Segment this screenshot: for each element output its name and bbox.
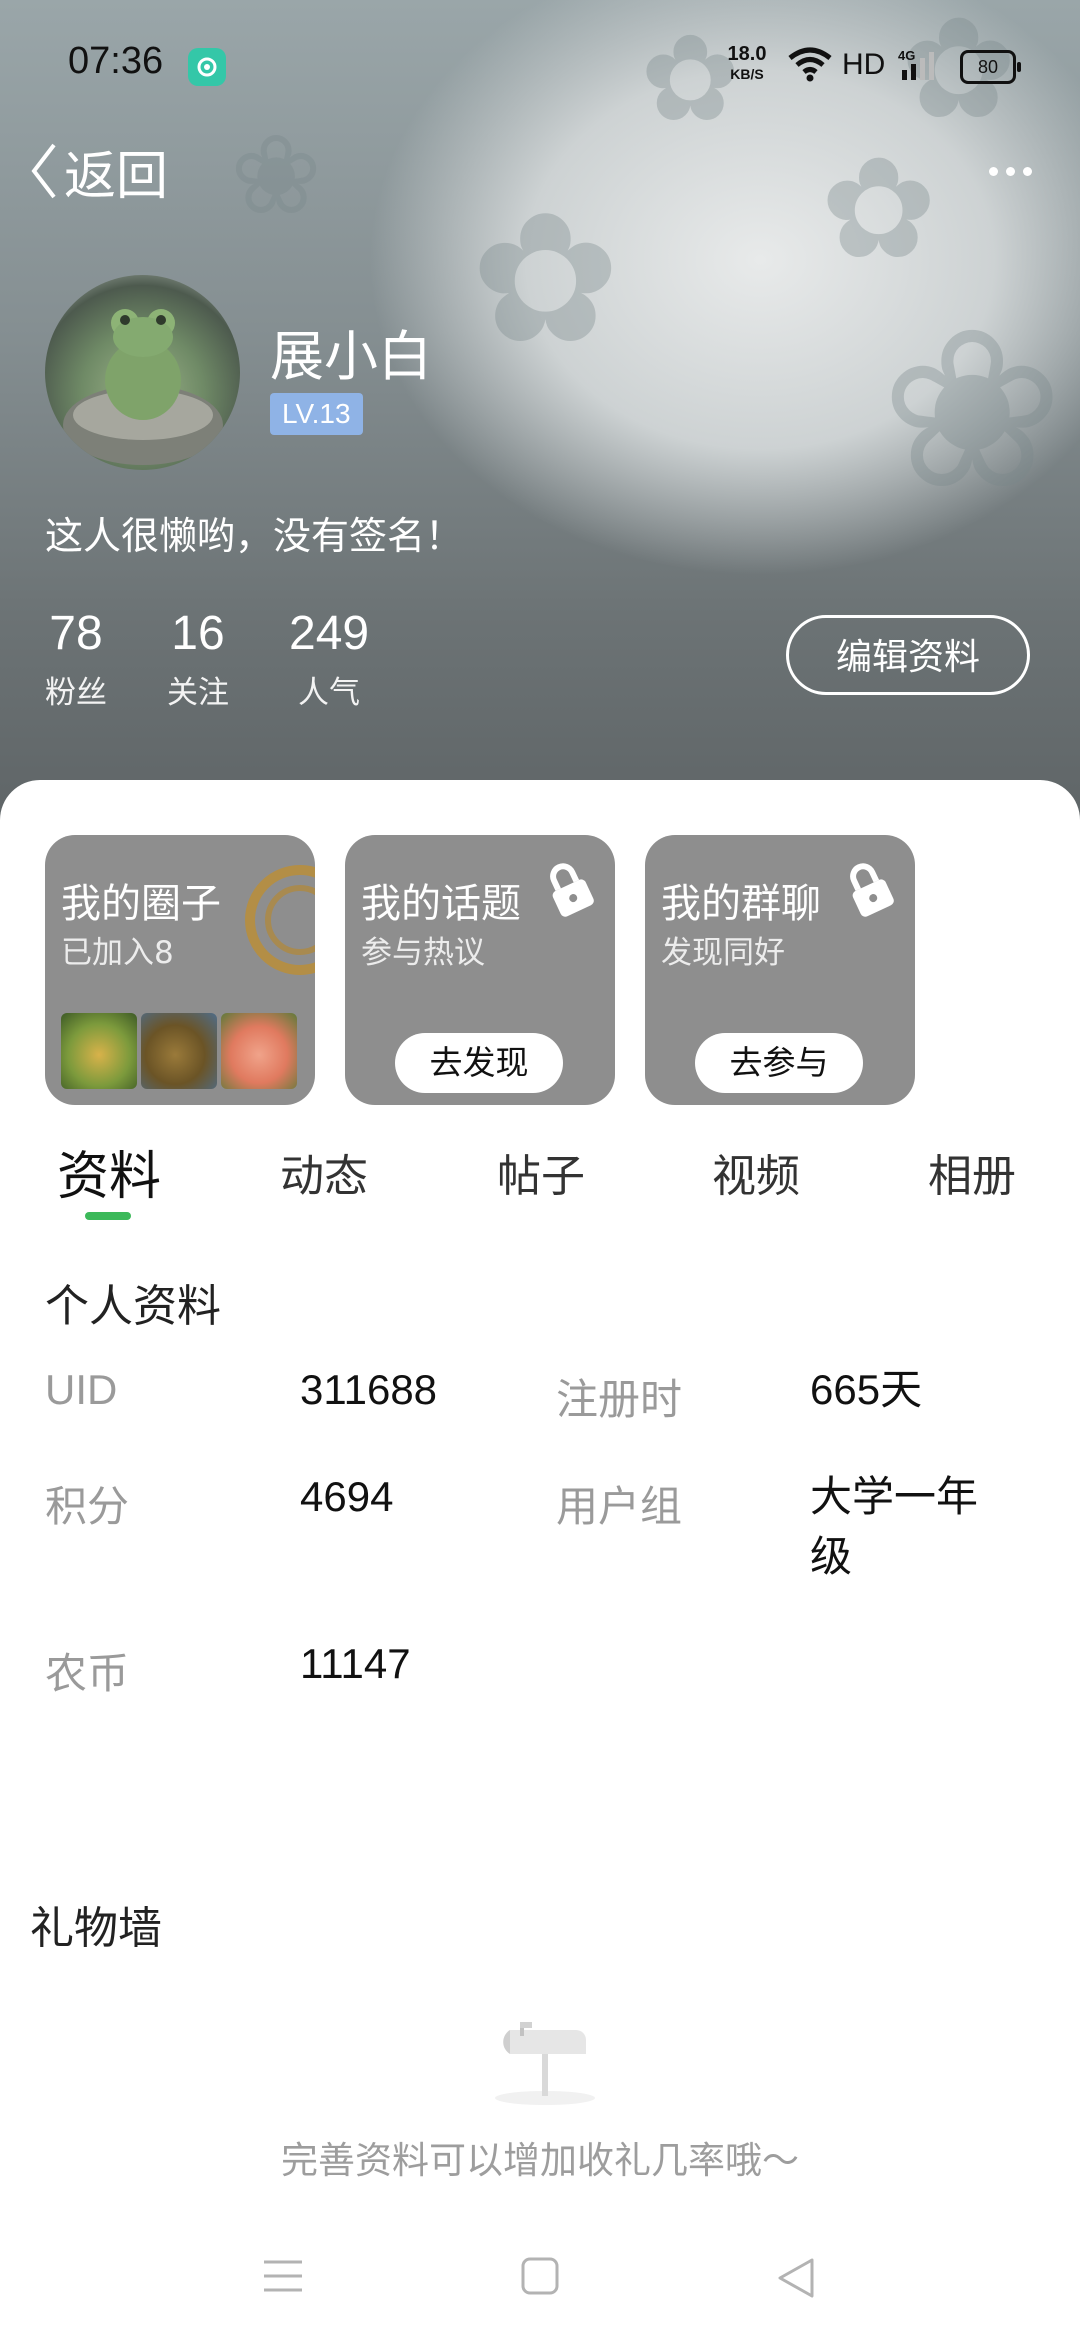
profile-stats: 78 粉丝 16 关注 249 人气 bbox=[45, 606, 429, 712]
avatar[interactable] bbox=[45, 275, 240, 470]
more-icon bbox=[988, 166, 998, 176]
wifi-icon bbox=[788, 47, 832, 82]
coins-value: 11147 bbox=[300, 1640, 411, 1687]
card-title: 我的圈子 bbox=[61, 881, 221, 927]
registered-value: 665天 bbox=[810, 1366, 923, 1413]
lock-icon bbox=[850, 863, 894, 917]
stat-followers[interactable]: 78 粉丝 bbox=[45, 606, 107, 712]
user-group-value: 大学一年级 bbox=[810, 1473, 979, 1580]
stat-following[interactable]: 16 关注 bbox=[167, 606, 229, 712]
card-subtitle: 已加入8 bbox=[61, 935, 174, 971]
card-title: 我的话题 bbox=[361, 881, 521, 927]
stat-value: 78 bbox=[49, 607, 103, 660]
card-my-circles[interactable]: 我的圈子 已加入8 bbox=[45, 835, 315, 1105]
tab-profile-info[interactable]: 资料 bbox=[57, 1134, 161, 1209]
join-button[interactable]: 去参与 bbox=[695, 1033, 863, 1093]
hd-label: HD bbox=[842, 48, 886, 81]
tab-albums[interactable]: 相册 bbox=[928, 1140, 1016, 1204]
circle-thumbnails bbox=[61, 1013, 297, 1089]
points-value: 4694 bbox=[300, 1473, 394, 1520]
bio-text: 这人很懒哟，没有签名！ bbox=[45, 514, 464, 558]
chevron-left-icon bbox=[31, 143, 56, 199]
flower-decoration: ❀ bbox=[880, 282, 1065, 538]
user-group-label: 用户组 bbox=[556, 1483, 683, 1530]
system-navigation-bar bbox=[0, 2220, 1080, 2340]
personal-info-title: 个人资料 bbox=[45, 1281, 221, 1332]
stat-value: 249 bbox=[289, 607, 370, 660]
net-speed-unit: KB/S bbox=[730, 66, 764, 82]
flower-decoration: ✿ bbox=[470, 175, 621, 384]
flower-decoration: ✿ bbox=[820, 128, 938, 291]
frog-avatar-image bbox=[63, 309, 223, 465]
thumbnail-image bbox=[141, 1013, 217, 1089]
card-subtitle: 发现同好 bbox=[661, 935, 785, 971]
gift-wall-empty-text: 完善资料可以增加收礼几率哦～ bbox=[281, 2139, 799, 2182]
status-bar: 07:36 18.0 KB/S HD 4G 80 bbox=[0, 0, 1080, 130]
battery-indicator: 80 bbox=[960, 50, 1021, 84]
flower-decoration: ❀ bbox=[230, 111, 323, 239]
stat-label: 人气 bbox=[298, 675, 361, 711]
registered-label: 注册时 bbox=[556, 1376, 683, 1423]
net-speed: 18.0 KB/S bbox=[722, 44, 772, 84]
home-icon[interactable] bbox=[520, 2256, 560, 2296]
mailbox-icon bbox=[495, 2022, 595, 2105]
card-title: 我的群聊 bbox=[661, 881, 821, 927]
menu-icon[interactable] bbox=[262, 2256, 304, 2296]
more-button[interactable] bbox=[970, 146, 1050, 196]
back-triangle-icon[interactable] bbox=[774, 2256, 816, 2300]
tab-activity[interactable]: 动态 bbox=[280, 1140, 368, 1204]
stat-popularity[interactable]: 249 人气 bbox=[289, 606, 369, 712]
points-label: 积分 bbox=[45, 1483, 130, 1530]
tab-posts[interactable]: 帖子 bbox=[497, 1140, 585, 1204]
uid-value: 311688 bbox=[300, 1366, 438, 1413]
back-button[interactable]: 返回 bbox=[28, 136, 169, 207]
network-type-label: 4G bbox=[898, 48, 915, 63]
card-my-topics[interactable]: 我的话题 参与热议 去发现 bbox=[345, 835, 615, 1105]
coins-label: 农币 bbox=[45, 1650, 130, 1697]
active-tab-indicator bbox=[85, 1212, 131, 1220]
level-badge: LV.13 bbox=[270, 393, 363, 435]
edit-profile-button[interactable]: 编辑资料 bbox=[786, 615, 1030, 695]
stat-value: 16 bbox=[171, 607, 225, 660]
card-subtitle: 参与热议 bbox=[361, 935, 485, 971]
more-icon bbox=[1005, 166, 1015, 176]
net-speed-value: 18.0 bbox=[727, 43, 767, 65]
lock-icon bbox=[550, 863, 594, 917]
thumbnail-image bbox=[221, 1013, 297, 1089]
discover-button[interactable]: 去发现 bbox=[395, 1033, 563, 1093]
gift-wall-title: 礼物墙 bbox=[30, 1903, 162, 1954]
signal-icon: 4G bbox=[898, 48, 934, 80]
more-icon bbox=[1022, 166, 1032, 176]
status-time: 07:36 bbox=[68, 40, 164, 82]
card-my-group-chats[interactable]: 我的群聊 发现同好 去参与 bbox=[645, 835, 915, 1105]
feature-cards: 我的圈子 已加入8 我的话题 参与热议 去发现 我的群聊 发现同好 去参与 bbox=[45, 835, 915, 1105]
username: 展小白 bbox=[270, 325, 432, 388]
stat-label: 关注 bbox=[167, 675, 229, 711]
tab-videos[interactable]: 视频 bbox=[712, 1140, 800, 1204]
profile-tabs: 资料 动态 帖子 视频 相册 bbox=[0, 1130, 1080, 1220]
thumbnail-image bbox=[61, 1013, 137, 1089]
back-label: 返回 bbox=[64, 146, 169, 207]
app-notification-icon bbox=[188, 48, 226, 86]
stat-label: 粉丝 bbox=[45, 675, 107, 711]
uid-label: UID bbox=[45, 1366, 118, 1413]
